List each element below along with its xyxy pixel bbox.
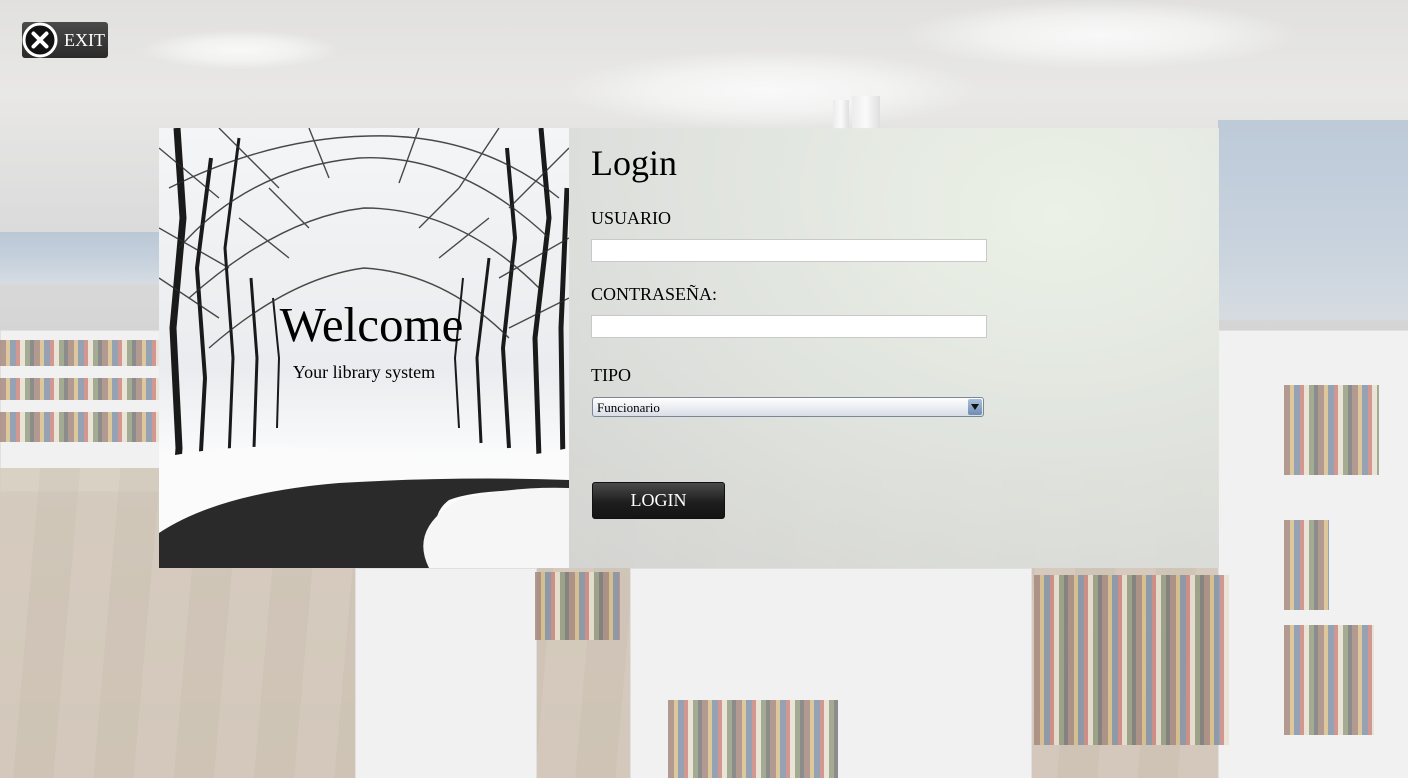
welcome-title: Welcome bbox=[279, 297, 464, 352]
login-button[interactable]: LOGIN bbox=[592, 482, 725, 519]
tipo-select[interactable]: Funcionario bbox=[592, 397, 984, 417]
login-title: Login bbox=[591, 143, 677, 183]
tipo-selected-value: Funcionario bbox=[597, 400, 660, 415]
close-circle-icon bbox=[22, 22, 58, 58]
password-input[interactable] bbox=[591, 315, 987, 338]
login-panel: Login USUARIO CONTRASEÑA: TIPO Funcionar… bbox=[569, 128, 1219, 568]
tipo-label: TIPO bbox=[591, 365, 631, 385]
usuario-label: USUARIO bbox=[591, 208, 672, 228]
welcome-panel: Welcome Your library system bbox=[159, 128, 569, 568]
login-card: Welcome Your library system Login USUARI… bbox=[159, 128, 1219, 568]
usuario-input[interactable] bbox=[591, 239, 987, 262]
welcome-text-block: Welcome Your library system bbox=[159, 296, 569, 383]
exit-label: EXIT bbox=[64, 29, 105, 50]
exit-button[interactable]: EXIT bbox=[22, 22, 108, 58]
welcome-subtitle: Your library system bbox=[292, 362, 436, 382]
chevron-down-icon[interactable] bbox=[968, 399, 982, 415]
password-label: CONTRASEÑA: bbox=[591, 284, 718, 304]
